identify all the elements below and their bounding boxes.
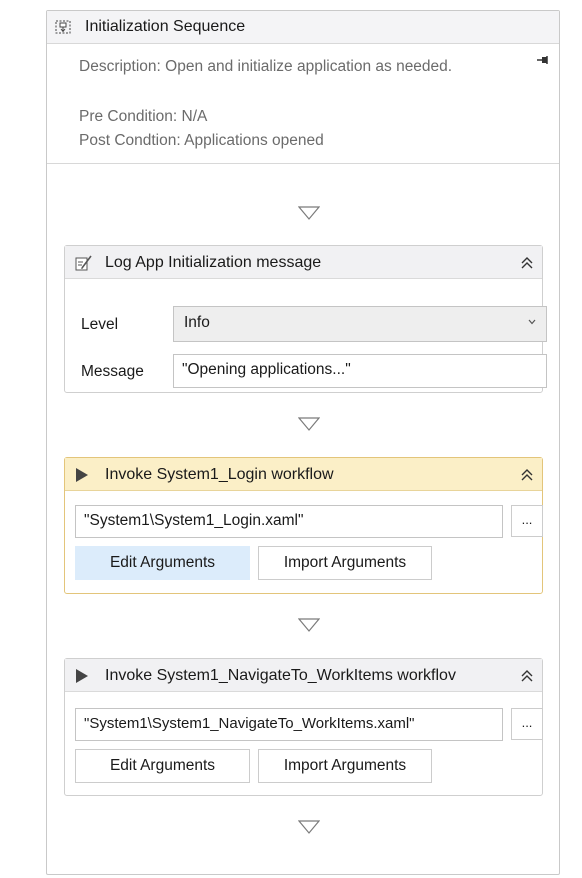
import-arguments-button[interactable]: Import Arguments — [258, 749, 432, 783]
level-value: Info — [184, 314, 210, 331]
log-message-icon — [75, 255, 92, 271]
annotation-post-condition: Post Condtion: Applications opened — [79, 132, 324, 149]
invoke-login-header[interactable]: Invoke System1_Login workflow — [65, 458, 542, 491]
message-value: "Opening applications..." — [182, 361, 351, 378]
message-label: Message — [81, 363, 144, 380]
annotation-description: Description: Open and initialize applica… — [79, 58, 453, 75]
annotation-pre-condition: Pre Condition: N/A — [79, 108, 208, 125]
annotation-panel[interactable]: Description: Open and initialize applica… — [47, 44, 559, 164]
message-input[interactable]: "Opening applications..." — [173, 354, 547, 388]
level-dropdown[interactable]: Info — [173, 306, 547, 342]
browse-button[interactable]: ... — [511, 708, 543, 740]
log-message-title: Log App Initialization message — [105, 254, 322, 271]
edit-arguments-button[interactable]: Edit Arguments — [75, 546, 250, 580]
invoke-navigate-header[interactable]: Invoke System1_NavigateTo_WorkItems work… — [65, 659, 542, 692]
browse-button[interactable]: ... — [511, 505, 543, 537]
workflow-file-value: "System1\System1_Login.xaml" — [84, 512, 304, 529]
pin-icon[interactable] — [537, 55, 549, 67]
invoke-workflow-icon — [76, 468, 88, 482]
invoke-navigate-activity[interactable]: Invoke System1_NavigateTo_WorkItems work… — [64, 658, 543, 796]
invoke-workflow-icon — [76, 669, 88, 683]
drop-arrow-icon — [298, 618, 320, 632]
log-message-activity[interactable]: Log App Initialization message Level Inf… — [64, 245, 547, 393]
drop-arrow-icon — [298, 206, 320, 220]
workflow-file-input[interactable]: "System1\System1_NavigateTo_WorkItems.xa… — [75, 708, 503, 741]
sequence-title: Initialization Sequence — [85, 18, 246, 35]
drop-arrow-icon — [298, 417, 320, 431]
invoke-navigate-title: Invoke System1_NavigateTo_WorkItems work… — [105, 667, 456, 684]
import-arguments-button[interactable]: Import Arguments — [258, 546, 432, 580]
chevron-down-icon — [528, 319, 536, 325]
sequence-container[interactable]: Initialization Sequence Description: Ope… — [46, 10, 560, 875]
sequence-icon — [55, 20, 71, 34]
workflow-file-value: "System1\System1_NavigateTo_WorkItems.xa… — [84, 715, 415, 732]
invoke-login-title: Invoke System1_Login workflow — [105, 466, 334, 483]
workflow-file-input[interactable]: "System1\System1_Login.xaml" — [75, 505, 503, 538]
log-message-header[interactable]: Log App Initialization message — [65, 246, 542, 279]
collapse-icon[interactable] — [520, 669, 534, 683]
invoke-login-activity[interactable]: Invoke System1_Login workflow "System1\S… — [64, 457, 543, 594]
collapse-icon[interactable] — [520, 256, 534, 270]
edit-arguments-button[interactable]: Edit Arguments — [75, 749, 250, 783]
level-label: Level — [81, 316, 119, 333]
drop-arrow-icon — [298, 820, 320, 834]
sequence-header[interactable]: Initialization Sequence — [47, 11, 559, 44]
collapse-icon[interactable] — [520, 468, 534, 482]
